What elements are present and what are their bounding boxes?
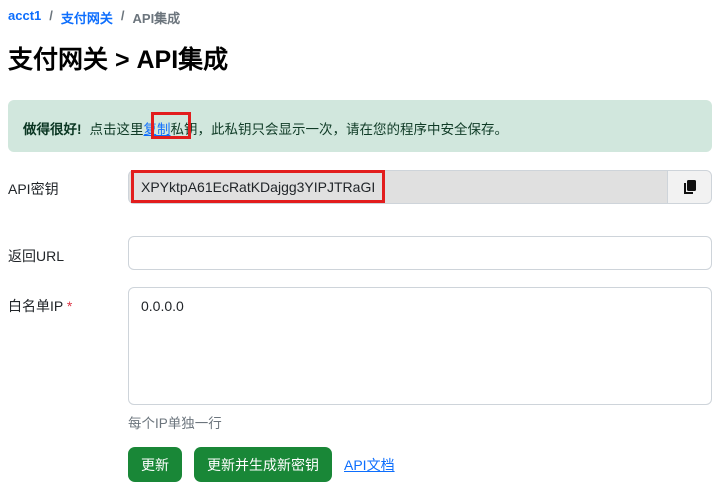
api-key-value: XPYktpA61EcRatKDajgg3YIPJTRaGI — [141, 179, 376, 195]
api-docs-link[interactable]: API文档 — [344, 455, 395, 475]
whitelist-textarea[interactable]: 0.0.0.0 — [128, 287, 712, 405]
update-button[interactable]: 更新 — [128, 447, 182, 482]
success-alert: 做得很好! 点击这里复制私钥，此私钥只会显示一次，请在您的程序中安全保存。 — [8, 100, 712, 152]
required-marker: * — [66, 298, 73, 314]
breadcrumb-payment-gateway[interactable]: 支付网关 — [61, 8, 113, 27]
whitelist-help: 每个IP单独一行 — [128, 416, 222, 431]
breadcrumb-separator: / — [120, 8, 125, 23]
copy-button[interactable] — [667, 171, 711, 203]
whitelist-label: 白名单IP * — [8, 296, 72, 316]
return-url-input[interactable] — [128, 236, 712, 270]
breadcrumb: acct1 / 支付网关 / API集成 — [8, 8, 180, 27]
alert-strong: 做得很好! — [23, 122, 82, 137]
page-title: 支付网关 > API集成 — [8, 46, 229, 74]
copy-key-link[interactable]: 复制 — [144, 122, 171, 137]
alert-text-after: 私钥，此私钥只会显示一次，请在您的程序中安全保存。 — [170, 122, 509, 137]
alert-text-before: 点击这里 — [89, 122, 144, 137]
breadcrumb-acct1[interactable]: acct1 — [8, 8, 41, 27]
whitelist-label-text: 白名单IP — [8, 298, 63, 314]
api-key-field[interactable]: XPYktpA61EcRatKDajgg3YIPJTRaGI — [128, 170, 712, 204]
update-regenerate-button[interactable]: 更新并生成新密钥 — [194, 447, 332, 482]
api-key-label: API密钥 — [8, 181, 59, 197]
copy-icon — [683, 180, 696, 194]
breadcrumb-current: API集成 — [132, 11, 181, 26]
return-url-label: 返回URL — [8, 248, 65, 264]
breadcrumb-separator: / — [49, 8, 53, 23]
